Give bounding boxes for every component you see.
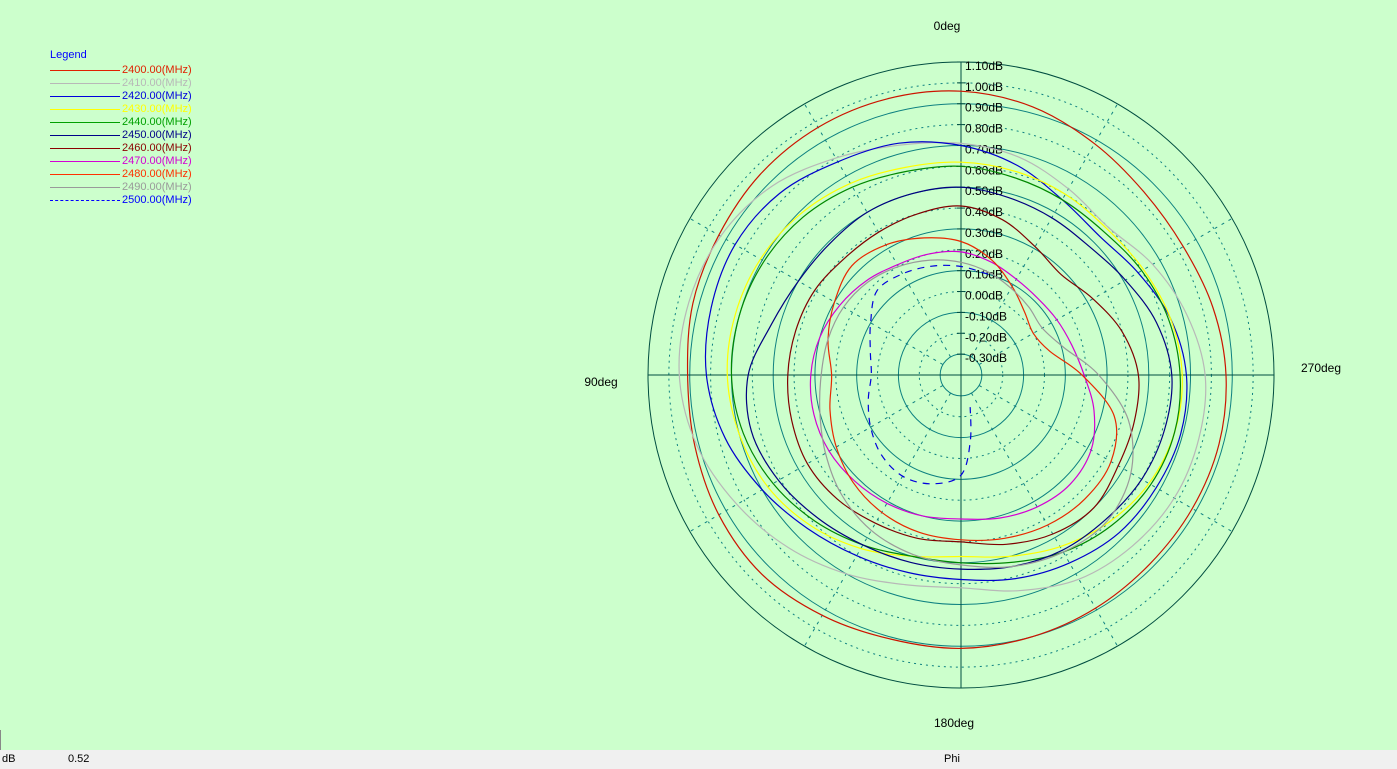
legend-item-246000: 2460.00(MHz) xyxy=(50,142,192,155)
statusbar-phi-label: Phi xyxy=(944,753,960,765)
legend-items: 2400.00(MHz)2410.00(MHz)2420.00(MHz)2430… xyxy=(50,64,192,207)
radial-label-0.30dB: 0.30dB xyxy=(965,226,1003,240)
legend-item-245000: 2450.00(MHz) xyxy=(50,129,192,142)
legend-title: Legend xyxy=(50,49,192,62)
trace-241000MHz xyxy=(679,142,1206,591)
legend-swatch xyxy=(50,161,120,162)
legend-item-250000: 2500.00(MHz) xyxy=(50,194,192,207)
status-bar: dB 0.52 Phi xyxy=(0,750,1397,769)
legend-swatch xyxy=(50,148,120,149)
angle-label-180: 180deg xyxy=(934,716,974,730)
polar-chart-area: 1.10dB1.00dB0.90dB0.80dB0.70dB0.60dB0.50… xyxy=(0,0,1397,750)
legend-item-249000: 2490.00(MHz) xyxy=(50,181,192,194)
legend-swatch xyxy=(50,135,120,136)
legend-label: 2480.00(MHz) xyxy=(122,168,192,181)
legend-label: 2450.00(MHz) xyxy=(122,129,192,142)
legend-item-247000: 2470.00(MHz) xyxy=(50,155,192,168)
legend-label: 2490.00(MHz) xyxy=(122,181,192,194)
legend-label: 2410.00(MHz) xyxy=(122,77,192,90)
legend-item-241000: 2410.00(MHz) xyxy=(50,77,192,90)
legend-swatch xyxy=(50,200,120,201)
legend-swatch xyxy=(50,187,120,188)
legend-label: 2420.00(MHz) xyxy=(122,90,192,103)
legend-label: 2400.00(MHz) xyxy=(122,64,192,77)
legend-label: 2430.00(MHz) xyxy=(122,103,192,116)
legend-label: 2470.00(MHz) xyxy=(122,155,192,168)
statusbar-db-label: dB xyxy=(2,753,15,765)
angle-label-0: 0deg xyxy=(934,19,961,33)
radial-label-0.60dB: 0.60dB xyxy=(965,163,1003,177)
legend-label: 2500.00(MHz) xyxy=(122,194,192,207)
legend-swatch xyxy=(50,109,120,110)
legend-item-240000: 2400.00(MHz) xyxy=(50,64,192,77)
legend-label: 2460.00(MHz) xyxy=(122,142,192,155)
legend-swatch xyxy=(50,96,120,97)
left-edge-artifact xyxy=(0,730,1,750)
legend-swatch xyxy=(50,122,120,123)
radial-label-0.00dB: 0.00dB xyxy=(965,289,1003,303)
legend-item-244000: 2440.00(MHz) xyxy=(50,116,192,129)
legend-item-243000: 2430.00(MHz) xyxy=(50,103,192,116)
trace-242000MHz xyxy=(705,142,1186,581)
radial-label-0.90dB: 0.90dB xyxy=(965,101,1003,115)
angle-label-90: 90deg xyxy=(584,375,617,389)
radial-label-1.10dB: 1.10dB xyxy=(965,59,1003,73)
legend-swatch xyxy=(50,174,120,175)
legend-swatch xyxy=(50,83,120,84)
legend-item-242000: 2420.00(MHz) xyxy=(50,90,192,103)
legend-swatch xyxy=(50,70,120,71)
statusbar-db-value: 0.52 xyxy=(68,753,89,765)
trace-244000MHz xyxy=(731,166,1180,564)
legend-item-248000: 2480.00(MHz) xyxy=(50,168,192,181)
radial-label-0.50dB: 0.50dB xyxy=(965,184,1003,198)
radial-label-0.80dB: 0.80dB xyxy=(965,122,1003,136)
radial-label--0.10dB: -0.10dB xyxy=(965,309,1007,323)
radial-label--0.30dB: -0.30dB xyxy=(965,351,1007,365)
polar-chart: 1.10dB1.00dB0.90dB0.80dB0.70dB0.60dB0.50… xyxy=(0,0,1397,750)
legend: Legend 2400.00(MHz)2410.00(MHz)2420.00(M… xyxy=(50,49,192,207)
trace-243000MHz xyxy=(727,162,1182,557)
angle-label-270: 270deg xyxy=(1301,361,1341,375)
radial-label--0.20dB: -0.20dB xyxy=(965,330,1007,344)
legend-label: 2440.00(MHz) xyxy=(122,116,192,129)
trace-248000MHz xyxy=(828,238,1117,541)
